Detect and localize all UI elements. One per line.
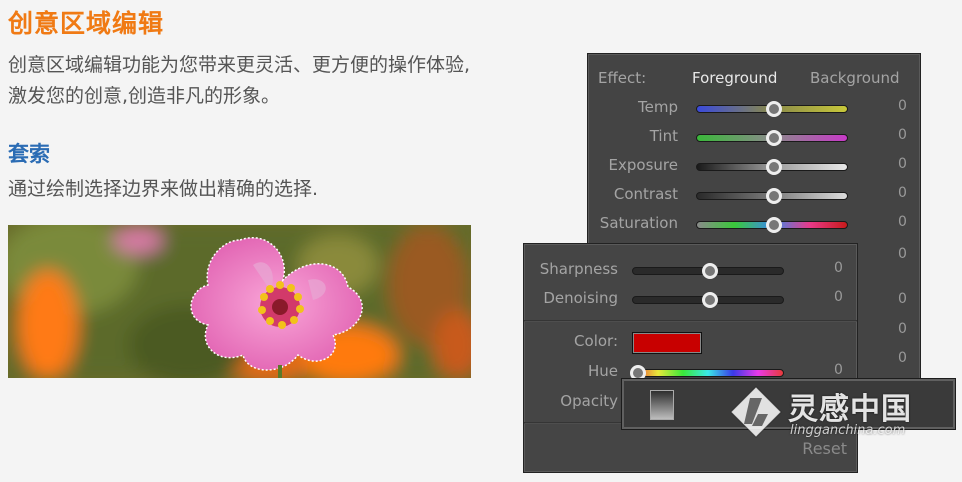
extra-value: 0 [898, 291, 907, 307]
exposure-value: 0 [898, 156, 907, 172]
sharpness-slider-row: Sharpness 0 [524, 260, 854, 280]
temp-label: Temp [638, 98, 678, 116]
section-title-lasso: 套索 [8, 142, 50, 166]
contrast-slider-handle[interactable] [766, 188, 782, 204]
panel-divider [524, 320, 857, 322]
saturation-slider[interactable] [696, 217, 848, 233]
extra-value: 0 [898, 350, 907, 366]
sharpness-slider[interactable] [632, 263, 784, 279]
temp-slider-handle[interactable] [766, 101, 782, 117]
temp-slider-row: Temp 0 [588, 98, 918, 118]
detail-adjustments-panel: Sharpness 0 Denoising 0 Color: Hue 0 Opa… [523, 243, 858, 473]
saturation-value: 0 [898, 214, 907, 230]
saturation-slider-row: Saturation 0 [588, 214, 918, 234]
exposure-label: Exposure [608, 156, 678, 174]
opacity-gradient-swatch[interactable] [650, 390, 674, 420]
exposure-slider-handle[interactable] [766, 159, 782, 175]
page-title: 创意区域编辑 [8, 9, 165, 38]
contrast-label: Contrast [613, 185, 678, 203]
extra-value: 0 [898, 246, 907, 262]
denoising-label: Denoising [543, 289, 618, 307]
temp-slider[interactable] [696, 101, 848, 117]
exposure-slider[interactable] [696, 159, 848, 175]
denoising-slider-row: Denoising 0 [524, 289, 854, 309]
sharpness-value: 0 [834, 260, 843, 276]
denoising-slider[interactable] [632, 292, 784, 308]
reset-button[interactable]: Reset [802, 439, 847, 458]
contrast-value: 0 [898, 185, 907, 201]
opacity-popup [621, 378, 956, 430]
saturation-label: Saturation [599, 214, 678, 232]
saturation-slider-handle[interactable] [766, 217, 782, 233]
contrast-slider-row: Contrast 0 [588, 185, 918, 205]
contrast-slider[interactable] [696, 188, 848, 204]
section-description-lasso: 通过绘制选择边界来做出精确的选择. [8, 178, 319, 200]
extra-value: 0 [898, 321, 907, 337]
effect-label: Effect: [598, 69, 647, 87]
tint-slider-row: Tint 0 [588, 127, 918, 147]
effect-foreground-option[interactable]: Foreground [692, 69, 777, 87]
tint-slider[interactable] [696, 130, 848, 146]
tint-value: 0 [898, 127, 907, 143]
hue-value: 0 [834, 362, 843, 378]
denoising-value: 0 [834, 289, 843, 305]
tint-slider-handle[interactable] [766, 130, 782, 146]
flower-photo [8, 225, 471, 378]
hue-label: Hue [587, 362, 618, 380]
effect-background-option[interactable]: Background [810, 69, 900, 87]
sharpness-slider-handle[interactable] [702, 263, 718, 279]
color-row: Color: [524, 332, 854, 356]
tint-label: Tint [649, 127, 678, 145]
color-swatch[interactable] [632, 332, 702, 354]
color-label: Color: [574, 332, 618, 350]
temp-value: 0 [898, 98, 907, 114]
opacity-label: Opacity [560, 392, 618, 410]
denoising-slider-handle[interactable] [702, 292, 718, 308]
exposure-slider-row: Exposure 0 [588, 156, 918, 176]
sharpness-label: Sharpness [539, 260, 618, 278]
feature-description: 创意区域编辑功能为您带来更灵活、更方便的操作体验,激发您的创意,创造非凡的形象。 [8, 54, 471, 107]
hue-slider[interactable] [630, 365, 784, 381]
